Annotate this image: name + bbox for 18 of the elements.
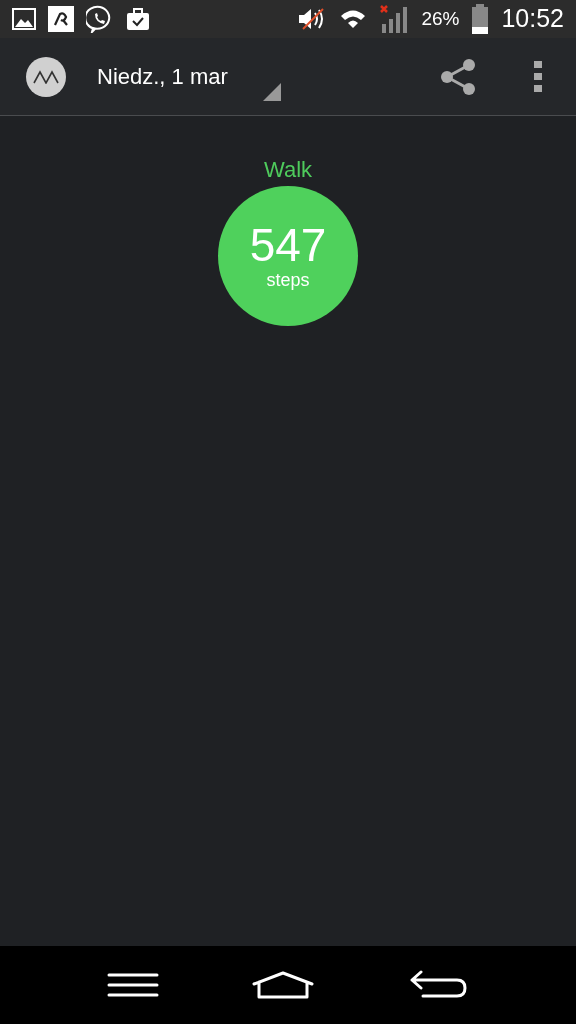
- share-icon: [439, 57, 477, 96]
- dropdown-corner-icon: [263, 82, 281, 101]
- briefcase-check-icon: [126, 7, 150, 31]
- step-count: 547: [249, 221, 327, 269]
- steps-unit: steps: [266, 269, 310, 291]
- activity-label: Walk: [263, 156, 313, 184]
- app-logo-button[interactable]: [26, 56, 66, 97]
- menu-icon: [106, 973, 159, 997]
- clock-time: 10:52: [501, 3, 564, 35]
- logo-icon: [33, 69, 59, 84]
- app-icon: [48, 6, 74, 32]
- battery-percent: 26%: [421, 6, 460, 31]
- image-icon: [12, 7, 36, 31]
- battery-icon: [471, 4, 490, 34]
- home-icon: [252, 971, 314, 999]
- back-icon: [409, 970, 468, 1000]
- more-icon: [534, 60, 542, 93]
- no-signal-icon: [379, 4, 410, 34]
